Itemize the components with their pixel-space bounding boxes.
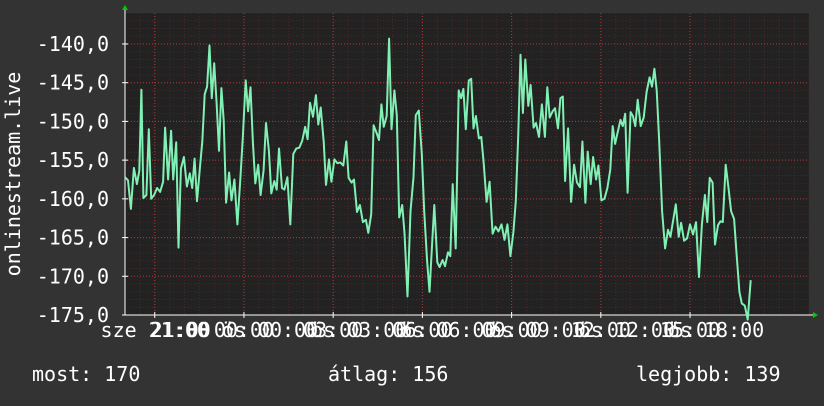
y-tick-label: -155,0 (37, 148, 109, 172)
stat-average-label: átlag: (328, 362, 401, 386)
stat-current-label: most: (32, 362, 93, 386)
y-tick-label: -140,0 (37, 32, 109, 56)
signal-chart: -140,0 -145,0 -150,0 -155,0 -160,0 -165,0 -170… (1, 5, 818, 342)
y-tick-label: -175,0 (37, 303, 109, 327)
y-tick-label: -160,0 (37, 187, 109, 211)
x-axis-arrow (813, 312, 818, 318)
y-tick-label: -150,0 (37, 109, 109, 133)
chart-container: -140,0 -145,0 -150,0 -155,0 -160,0 -165,0 -170… (0, 0, 824, 402)
stat-current-value: 170 (104, 362, 141, 386)
y-tick-label: -145,0 (37, 71, 109, 95)
stat-average: átlag: 156 (328, 362, 448, 386)
stat-best-value: 139 (744, 362, 781, 386)
stat-best-label: legjobb: (636, 362, 733, 386)
stat-current: most: 170 (32, 362, 140, 386)
x-tick-label-overlay: ös 18:00 (668, 318, 764, 342)
y-axis-arrow (122, 5, 128, 10)
y-tick-label: -165,0 (37, 226, 109, 250)
stat-average-value: 156 (412, 362, 449, 386)
stat-best: legjobb: 139 (636, 362, 781, 386)
y-axis-label: onlinestream.live (1, 72, 25, 277)
x-tick-label-overlay: 21:00 (151, 318, 211, 342)
y-tick-label: -170,0 (37, 264, 109, 288)
